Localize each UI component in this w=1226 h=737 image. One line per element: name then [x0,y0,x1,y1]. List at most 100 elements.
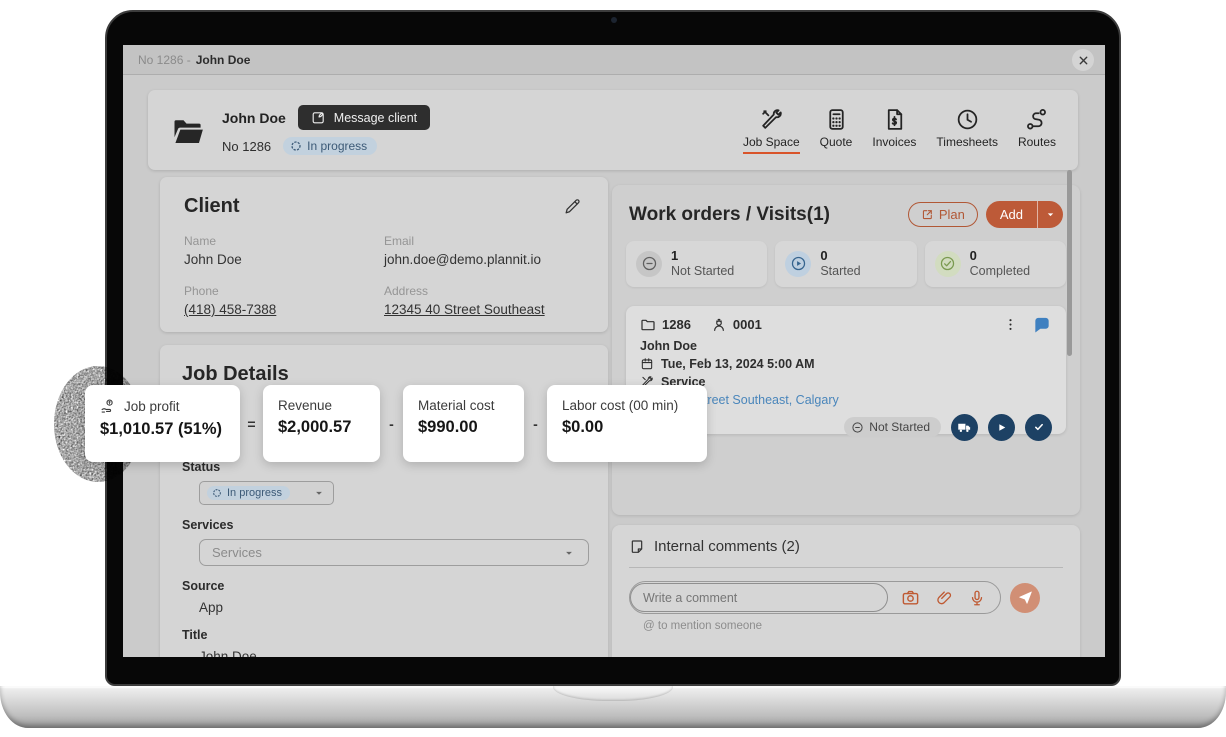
visit-number: 0001 [733,317,762,332]
spinner-icon [212,488,222,498]
client-phone-field: Phone (418) 458-7388 [184,284,384,317]
tab-quote[interactable]: Quote [820,107,853,154]
note-icon [629,539,645,555]
counter-started[interactable]: 0 Started [775,241,916,287]
counter-not-started[interactable]: 1 Not Started [626,241,767,287]
title-value[interactable]: John Doe [199,649,257,657]
status-dropdown-chip: In progress [207,486,290,500]
truck-icon [957,420,972,435]
edit-client-button[interactable] [563,197,582,216]
visit-status-label: Not Started [869,420,930,434]
message-client-button[interactable]: Message client [298,105,430,130]
job-folder-icon [170,114,206,150]
client-email-value: john.doe@demo.plannit.io [384,252,584,267]
tab-timesheets-label: Timesheets [936,135,998,149]
client-address-field: Address 12345 40 Street Southeast [384,284,584,317]
visit-datetime: Tue, Feb 13, 2024 5:00 AM [661,357,815,371]
client-name-label: Name [184,234,384,248]
client-email-label: Email [384,234,584,248]
tab-routes-label: Routes [1018,135,1056,149]
chevron-down-icon [562,546,576,560]
revenue-panel: Revenue $2,000.57 [263,385,380,462]
equals-sign: = [240,385,263,462]
visit-status-chip[interactable]: Not Started [844,417,941,437]
invoice-icon [882,107,907,132]
send-comment-button[interactable] [1010,583,1040,613]
titlebar-job-number: No 1286 - [138,53,191,67]
counter-started-label: Started [820,264,860,280]
close-button[interactable] [1072,49,1094,71]
client-address-link[interactable]: 12345 40 Street Southeast [384,302,584,317]
complete-visit-button[interactable] [1025,414,1052,441]
status-label: Status [182,460,586,474]
counter-completed[interactable]: 0 Completed [925,241,1066,287]
tab-job-space[interactable]: Job Space [743,107,800,154]
clock-icon [955,107,980,132]
plan-button[interactable]: Plan [908,202,978,227]
add-button[interactable]: Add [986,201,1037,228]
dispatch-truck-button[interactable] [951,414,978,441]
services-placeholder: Services [212,545,262,560]
folder-icon [640,317,656,333]
tab-quote-label: Quote [820,135,853,149]
counter-started-count: 0 [820,248,860,264]
visit-counters: 1 Not Started 0 Started [626,241,1066,287]
client-card: Client Name John Doe Email john.doe@demo… [160,177,608,332]
labor-cost-label: Labor cost (00 min) [562,398,678,413]
visit-job-number: 1286 [662,317,691,332]
add-dropdown-button[interactable] [1038,201,1063,228]
services-dropdown[interactable]: Services [199,539,589,566]
comment-input[interactable] [630,583,888,612]
microphone-icon[interactable] [968,589,986,607]
minus-circle-icon [636,251,662,277]
job-header-card: John Doe Message client No 1286 I [148,90,1078,170]
client-name-field: Name John Doe [184,234,384,267]
close-icon [1078,55,1089,66]
tab-timesheets[interactable]: Timesheets [936,107,998,154]
tools-icon [759,107,784,132]
calendar-icon [640,357,654,371]
minus-sign: - [524,385,547,462]
chat-bubble-icon[interactable] [1032,315,1052,335]
job-profit-value: $1,010.57 (51%) [100,420,225,439]
client-card-title: Client [184,195,584,218]
tab-invoices[interactable]: Invoices [872,107,916,154]
start-visit-button[interactable] [988,414,1015,441]
status-badge: In progress [283,137,377,155]
source-group: Source App [182,579,586,615]
job-profit-panel: Job profit $1,010.57 (51%) [85,385,240,462]
paper-plane-icon [1018,590,1033,605]
chevron-down-icon [312,486,326,500]
plan-button-label: Plan [939,207,965,222]
status-badge-label: In progress [307,139,367,153]
worker-icon [711,317,727,333]
divider [629,567,1063,568]
camera-icon[interactable] [901,588,920,607]
client-phone-link[interactable]: (418) 458-7388 [184,302,384,317]
title-group: Title John Doe [182,628,586,657]
module-nav: Job Space Quote Invoices [743,107,1056,154]
message-client-label: Message client [334,111,417,125]
add-button-group: Add [986,201,1063,228]
play-icon [995,421,1008,434]
tab-invoices-label: Invoices [872,135,916,149]
more-menu-icon[interactable] [1003,317,1018,332]
calculator-icon [824,107,849,132]
revenue-value: $2,000.57 [278,418,365,437]
status-dropdown[interactable]: In progress [199,481,334,505]
paperclip-icon[interactable] [935,589,953,607]
counter-not-started-label: Not Started [671,264,734,280]
mention-hint: @ to mention someone [643,620,1063,632]
client-email-field: Email john.doe@demo.plannit.io [384,234,584,267]
client-phone-label: Phone [184,284,384,298]
header-job-number: No 1286 [222,139,271,154]
title-label: Title [182,628,586,642]
screenshot-stage: No 1286 - John Doe John Doe [0,0,1226,737]
play-circle-icon [785,251,811,277]
client-name-value: John Doe [184,252,384,267]
scrollbar-thumb[interactable] [1067,170,1072,356]
tab-routes[interactable]: Routes [1018,107,1056,154]
internal-comments-title: Internal comments (2) [654,538,800,555]
work-orders-title: Work orders / Visits(1) [629,204,830,226]
internal-comments-panel: Internal comments (2) [612,525,1080,657]
